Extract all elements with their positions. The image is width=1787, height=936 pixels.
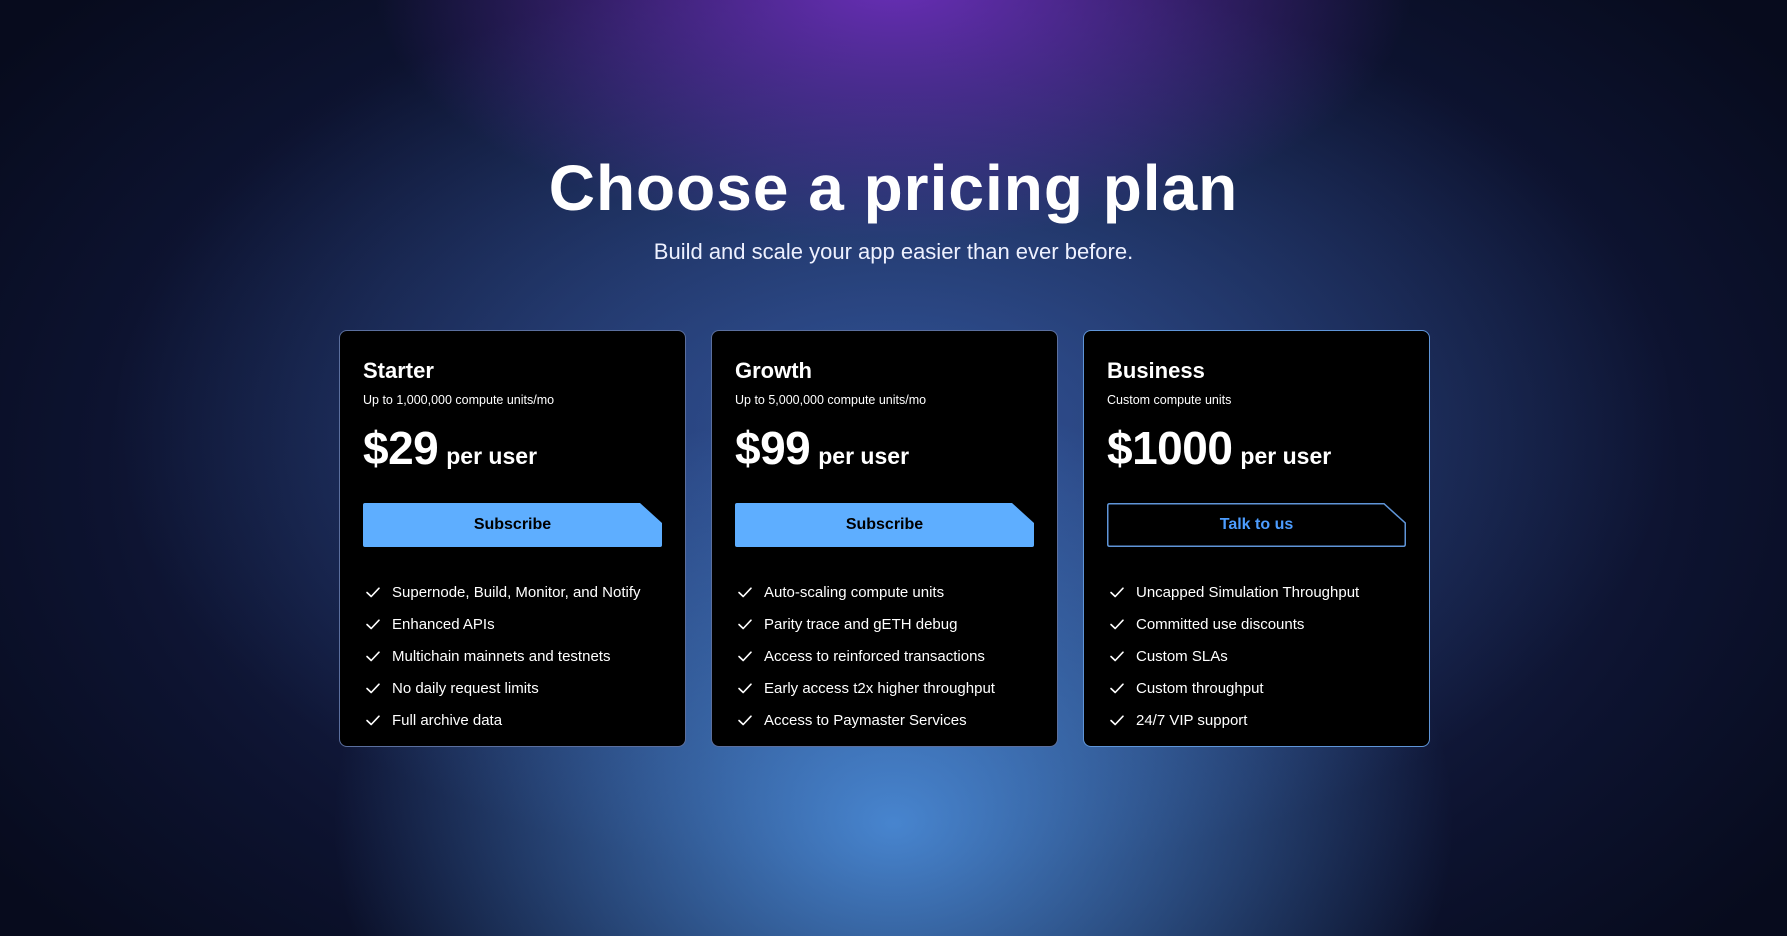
plan-card-growth: Growth Up to 5,000,000 compute units/mo … [711,330,1058,747]
feature-item: Parity trace and gETH debug [735,608,1034,640]
feature-label: Uncapped Simulation Throughput [1136,583,1360,601]
check-icon [1110,651,1124,662]
talk-to-us-button[interactable]: Talk to us [1107,503,1406,547]
plan-units: Up to 5,000,000 compute units/mo [735,393,927,407]
check-icon [738,619,752,630]
plan-card-starter: Starter Up to 1,000,000 compute units/mo… [339,330,686,747]
feature-item: Supernode, Build, Monitor, and Notify [363,576,662,608]
check-icon [1110,715,1124,726]
feature-item: Custom SLAs [1107,640,1406,672]
plan-name: Growth [735,358,812,383]
check-icon [366,619,380,630]
plan-price-unit: per user [446,443,538,469]
plan-price: $1000 [1107,422,1233,474]
plan-price-unit: per user [1240,443,1332,469]
feature-label: Auto-scaling compute units [764,583,945,601]
plan-price-row: $1000 per user [1107,422,1406,474]
plan-price-row: $99 per user [735,422,1034,474]
feature-item: Multichain mainnets and testnets [363,640,662,672]
check-icon [738,651,752,662]
feature-item: Access to Paymaster Services [735,704,1034,736]
feature-label: Access to reinforced transactions [764,647,985,665]
feature-label: Custom throughput [1136,679,1264,697]
feature-label: Early access t2x higher throughput [764,679,995,697]
feature-item: Committed use discounts [1107,608,1406,640]
feature-item: Auto-scaling compute units [735,576,1034,608]
feature-item: Full archive data [363,704,662,736]
check-icon [366,715,380,726]
check-icon [1110,619,1124,630]
feature-label: Multichain mainnets and testnets [392,647,611,665]
plan-cards: Starter Up to 1,000,000 compute units/mo… [339,330,1430,747]
feature-item: No daily request limits [363,672,662,704]
feature-label: Enhanced APIs [392,615,495,633]
feature-item: Early access t2x higher throughput [735,672,1034,704]
feature-item: Uncapped Simulation Throughput [1107,576,1406,608]
plan-price-unit: per user [818,443,910,469]
page-title: Choose a pricing plan [548,152,1239,224]
plan-card-business: Business Custom compute units $1000 per … [1083,330,1430,747]
feature-label: Parity trace and gETH debug [764,615,958,633]
feature-label: Custom SLAs [1136,647,1228,665]
feature-label: 24/7 VIP support [1136,711,1248,729]
talk-to-us-label: Talk to us [1219,516,1294,533]
check-icon [738,587,752,598]
check-icon [366,587,380,598]
plan-name: Starter [363,358,434,383]
check-icon [738,715,752,726]
check-icon [366,683,380,694]
pricing-page: Choose a pricing plan Build and scale yo… [0,0,1787,936]
feature-label: Committed use discounts [1136,615,1305,633]
plan-name: Business [1107,358,1205,383]
plan-units: Custom compute units [1107,393,1232,407]
feature-label: Supernode, Build, Monitor, and Notify [392,583,641,601]
check-icon [366,651,380,662]
check-icon [1110,683,1124,694]
feature-list: Supernode, Build, Monitor, and Notify En… [363,576,662,736]
plan-price: $29 [363,422,439,474]
feature-label: Access to Paymaster Services [764,711,967,729]
feature-list: Auto-scaling compute units Parity trace … [735,576,1034,736]
feature-item: Access to reinforced transactions [735,640,1034,672]
feature-item: Enhanced APIs [363,608,662,640]
feature-label: No daily request limits [392,679,539,697]
feature-list: Uncapped Simulation Throughput Committed… [1107,576,1406,736]
plan-price: $99 [735,422,811,474]
page-subtitle: Build and scale your app easier than eve… [653,239,1134,264]
feature-label: Full archive data [392,711,503,729]
subscribe-button-growth[interactable]: Subscribe [735,503,1034,547]
plan-units: Up to 1,000,000 compute units/mo [363,393,555,407]
check-icon [1110,587,1124,598]
feature-item: Custom throughput [1107,672,1406,704]
feature-item: 24/7 VIP support [1107,704,1406,736]
check-icon [738,683,752,694]
subscribe-button-starter[interactable]: Subscribe [363,503,662,547]
plan-price-row: $29 per user [363,422,662,474]
